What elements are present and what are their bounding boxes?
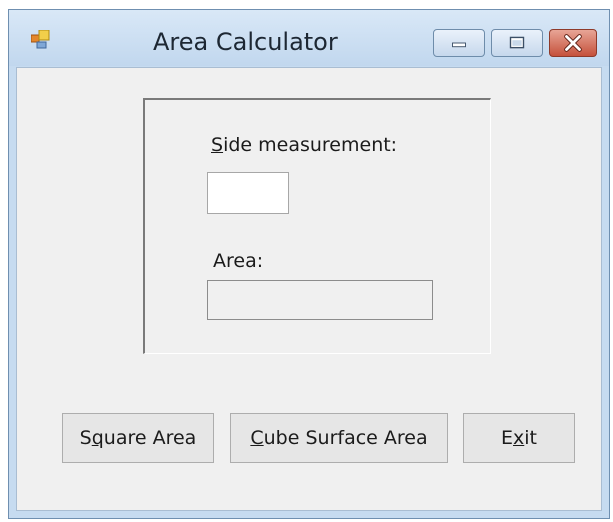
side-measurement-input[interactable]: [207, 172, 289, 214]
area-label: Area:: [213, 250, 264, 272]
form-client-area: Side measurement: Area: Square Area Cube…: [16, 67, 602, 511]
side-measurement-label: Side measurement:: [211, 134, 398, 156]
area-output-field: [207, 280, 433, 320]
close-icon: [564, 34, 582, 52]
square-area-button[interactable]: Square Area: [62, 413, 214, 463]
minimize-button[interactable]: [433, 29, 485, 57]
title-bar[interactable]: Area Calculator: [9, 10, 609, 66]
app-form-icon: [31, 30, 50, 49]
cube-surface-area-button[interactable]: Cube Surface Area: [230, 413, 448, 463]
maximize-button[interactable]: [491, 29, 543, 57]
maximize-icon: [509, 36, 525, 49]
app-window: Area Calculator Side measurement: Area:: [8, 9, 610, 519]
close-button[interactable]: [549, 29, 597, 57]
exit-button[interactable]: Exit: [463, 413, 575, 463]
input-group-box: Side measurement: Area:: [143, 98, 491, 354]
window-title: Area Calculator: [153, 28, 338, 56]
minimize-icon: [452, 42, 466, 48]
